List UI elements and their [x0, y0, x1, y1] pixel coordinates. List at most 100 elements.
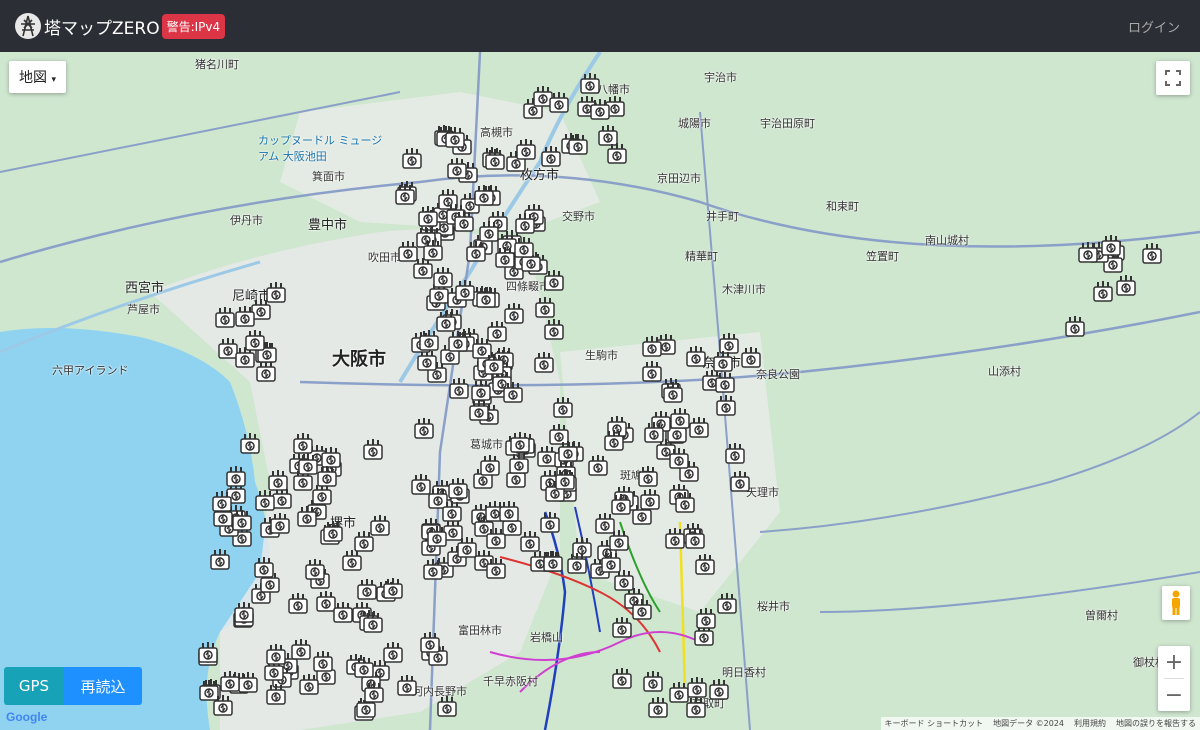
fullscreen-button[interactable] [1156, 61, 1190, 95]
tower-marker-icon[interactable] [370, 515, 390, 539]
tower-marker-icon[interactable] [427, 526, 447, 550]
gps-button[interactable]: GPS [4, 667, 64, 705]
tower-marker-icon[interactable] [741, 347, 761, 371]
tower-marker-icon[interactable] [436, 311, 456, 335]
tower-marker-icon[interactable] [1101, 235, 1121, 259]
tower-marker-icon[interactable] [255, 490, 275, 514]
tower-marker-icon[interactable] [695, 554, 715, 578]
tower-marker-icon[interactable] [642, 336, 662, 360]
map-type-button[interactable]: 地図 ▾ [9, 61, 66, 93]
tower-marker-icon[interactable] [642, 361, 662, 385]
tower-marker-icon[interactable] [305, 559, 325, 583]
terms-link[interactable]: 利用規約 [1074, 718, 1106, 729]
tower-marker-icon[interactable] [640, 489, 660, 513]
tower-marker-icon[interactable] [433, 267, 453, 291]
tower-marker-icon[interactable] [715, 372, 735, 396]
tower-marker-icon[interactable] [601, 552, 621, 576]
tower-marker-icon[interactable] [466, 241, 486, 265]
tower-marker-icon[interactable] [397, 675, 417, 699]
tower-marker-icon[interactable] [686, 346, 706, 370]
tower-marker-icon[interactable] [544, 319, 564, 343]
tower-marker-icon[interactable] [234, 602, 254, 626]
tower-marker-icon[interactable] [670, 408, 690, 432]
tower-marker-icon[interactable] [455, 280, 475, 304]
tower-marker-icon[interactable] [445, 127, 465, 151]
tower-marker-icon[interactable] [685, 528, 705, 552]
tower-marker-icon[interactable] [235, 306, 255, 330]
tower-marker-icon[interactable] [476, 287, 496, 311]
tower-marker-icon[interactable] [270, 513, 290, 537]
tower-marker-icon[interactable] [383, 578, 403, 602]
keyboard-shortcuts-link[interactable]: キーボード ショートカット [885, 718, 984, 729]
tower-marker-icon[interactable] [333, 602, 353, 626]
tower-marker-icon[interactable] [357, 579, 377, 603]
tower-marker-icon[interactable] [198, 642, 218, 666]
tower-marker-icon[interactable] [437, 696, 457, 720]
tower-marker-icon[interactable] [363, 612, 383, 636]
tower-marker-icon[interactable] [220, 671, 240, 695]
tower-marker-icon[interactable] [669, 448, 689, 472]
tower-marker-icon[interactable] [323, 521, 343, 545]
tower-marker-icon[interactable] [423, 559, 443, 583]
tower-marker-icon[interactable] [568, 134, 588, 158]
map-canvas[interactable]: 大阪市 枚方市 豊中市 西宮市 尼崎市 奈良市 堺市 宇治市 宇治田原町 城陽市… [0, 52, 1200, 730]
tower-marker-icon[interactable] [665, 528, 685, 552]
tower-marker-icon[interactable] [480, 455, 500, 479]
tower-marker-icon[interactable] [520, 531, 540, 555]
tower-marker-icon[interactable] [363, 439, 383, 463]
brand[interactable]: 塔マップZERO [14, 12, 160, 40]
tower-marker-icon[interactable] [696, 608, 716, 632]
tower-marker-icon[interactable] [1142, 243, 1162, 267]
tower-marker-icon[interactable] [317, 466, 337, 490]
tower-marker-icon[interactable] [675, 492, 695, 516]
tower-marker-icon[interactable] [288, 593, 308, 617]
tower-marker-icon[interactable] [212, 491, 232, 515]
tower-marker-icon[interactable] [486, 558, 506, 582]
tower-marker-icon[interactable] [612, 617, 632, 641]
tower-marker-icon[interactable] [713, 351, 733, 375]
tower-marker-icon[interactable] [215, 307, 235, 331]
tower-marker-icon[interactable] [486, 528, 506, 552]
tower-marker-icon[interactable] [240, 433, 260, 457]
tower-marker-icon[interactable] [474, 185, 494, 209]
tower-marker-icon[interactable] [291, 639, 311, 663]
zoom-out-button[interactable]: − [1158, 679, 1190, 711]
tower-marker-icon[interactable] [540, 512, 560, 536]
tower-marker-icon[interactable] [588, 455, 608, 479]
zoom-in-button[interactable]: + [1158, 646, 1190, 678]
tower-marker-icon[interactable] [266, 644, 286, 668]
tower-marker-icon[interactable] [495, 247, 515, 271]
tower-marker-icon[interactable] [663, 382, 683, 406]
tower-marker-icon[interactable] [669, 682, 689, 706]
tower-marker-icon[interactable] [447, 158, 467, 182]
tower-marker-icon[interactable] [567, 553, 587, 577]
tower-marker-icon[interactable] [364, 682, 384, 706]
tower-marker-icon[interactable] [549, 92, 569, 116]
tower-marker-icon[interactable] [395, 184, 415, 208]
tower-marker-icon[interactable] [717, 593, 737, 617]
tower-marker-icon[interactable] [638, 466, 658, 490]
tower-marker-icon[interactable] [553, 397, 573, 421]
tower-marker-icon[interactable] [1078, 242, 1098, 266]
tower-marker-icon[interactable] [299, 674, 319, 698]
tower-marker-icon[interactable] [709, 679, 729, 703]
street-view-pegman[interactable] [1162, 586, 1190, 620]
tower-marker-icon[interactable] [420, 632, 440, 656]
tower-marker-icon[interactable] [238, 672, 258, 696]
tower-marker-icon[interactable] [213, 695, 233, 719]
tower-marker-icon[interactable] [449, 378, 469, 402]
tower-marker-icon[interactable] [245, 330, 265, 354]
reload-button[interactable]: 再読込 [64, 667, 142, 705]
tower-marker-icon[interactable] [607, 143, 627, 167]
tower-marker-icon[interactable] [398, 241, 418, 265]
tower-marker-icon[interactable] [612, 668, 632, 692]
tower-marker-icon[interactable] [254, 557, 274, 581]
tower-marker-icon[interactable] [541, 146, 561, 170]
tower-marker-icon[interactable] [313, 651, 333, 675]
tower-marker-icon[interactable] [643, 671, 663, 695]
tower-marker-icon[interactable] [411, 474, 431, 498]
tower-marker-icon[interactable] [226, 466, 246, 490]
tower-marker-icon[interactable] [1116, 275, 1136, 299]
tower-marker-icon[interactable] [730, 471, 750, 495]
report-error-link[interactable]: 地図の誤りを報告する [1116, 718, 1196, 729]
